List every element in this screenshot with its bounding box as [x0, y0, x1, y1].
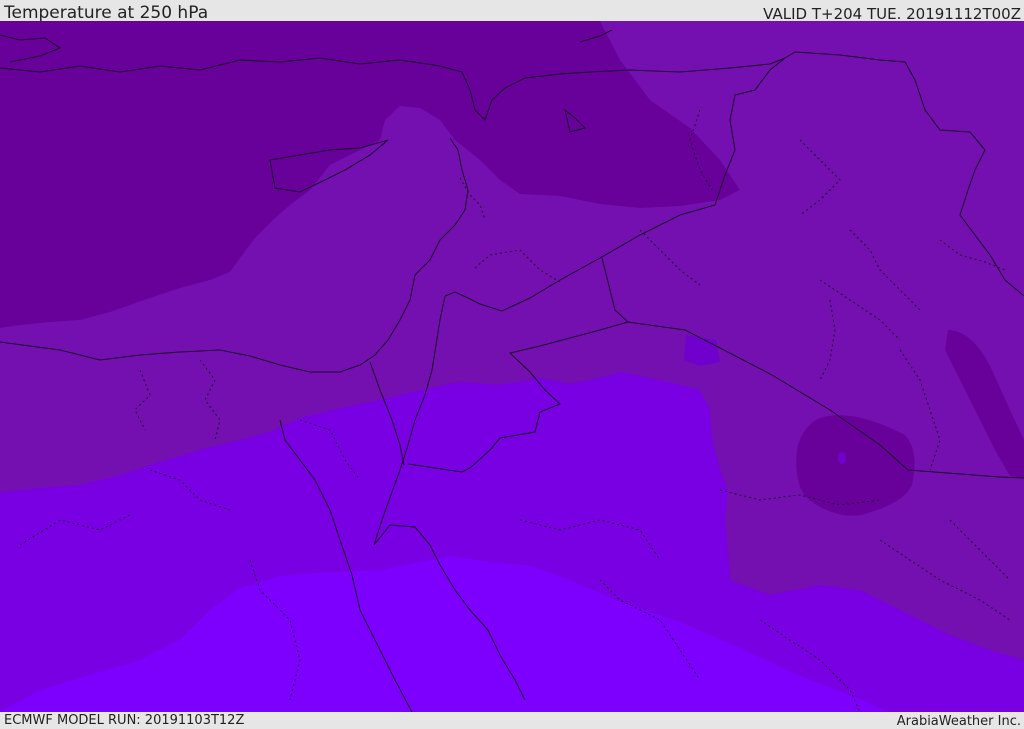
temp-pocket-dot [838, 452, 846, 464]
map-title: Temperature at 250 hPa [4, 3, 209, 23]
model-run: ECMWF MODEL RUN: 20191103T12Z [4, 713, 245, 728]
footer-bar: ECMWF MODEL RUN: 20191103T12Z ArabiaWeat… [0, 712, 1024, 729]
header-bar: Temperature at 250 hPa VALID T+204 TUE. … [0, 0, 1024, 23]
credit-label: ArabiaWeather Inc. [896, 714, 1021, 729]
temperature-map [0, 21, 1024, 712]
